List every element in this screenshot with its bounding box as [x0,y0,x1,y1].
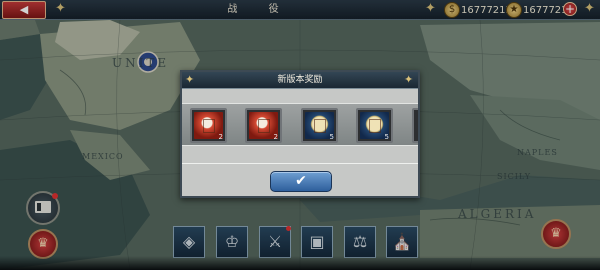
reward-quantity: 5 [329,133,334,141]
fleur-icon: ✦ [404,73,414,86]
reward-quantity: 5 [384,133,389,141]
dialog-header: ✦ 新版本奖励 ✦ [182,72,418,89]
reward-item[interactable]: 5 [356,108,393,143]
confirm-button[interactable]: ✔ [270,171,332,192]
reward-quantity: 2 [273,133,278,141]
reward-item[interactable]: 2 [245,108,282,143]
checkmark-icon: ✔ [295,173,307,189]
reward-quantity: 2 [218,133,223,141]
reward-list[interactable]: 2 2 5 5 [182,103,418,146]
reward-dialog: ✦ 新版本奖励 ✦ 2 2 5 5 ✔ [180,70,420,198]
dialog-title: 新版本奖励 [277,75,323,85]
dialog-divider [182,163,418,164]
reward-item-partial[interactable] [412,108,418,143]
reward-item[interactable]: 5 [301,108,338,143]
reward-item[interactable]: 2 [190,108,227,143]
